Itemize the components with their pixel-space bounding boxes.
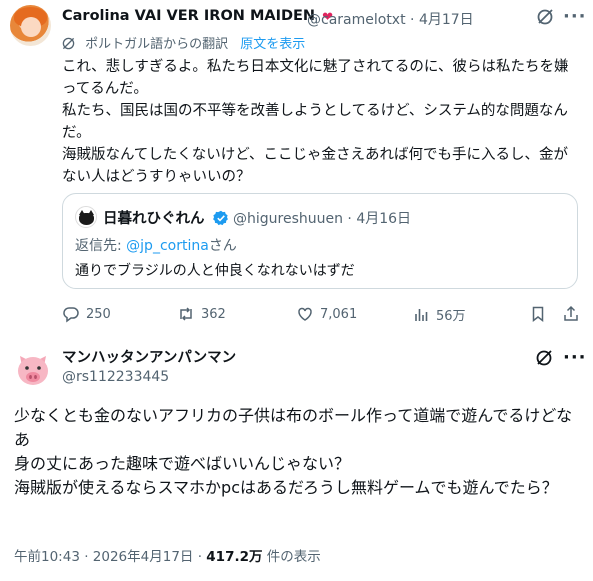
view-count: 56万 (436, 309, 466, 324)
timestamp[interactable]: 午前10:43 · 2026年4月17日 · (14, 549, 206, 565)
tweet-paragraph: 少なくとも金のないアフリカの子供は布のボール作って道端で遊んでるけどなあ (14, 406, 573, 449)
more-options-icon[interactable]: ··· (563, 6, 587, 27)
grok-icon[interactable] (535, 7, 555, 27)
quoted-display-name: 日暮れひぐれん (103, 207, 229, 228)
bookmark-button[interactable] (529, 305, 547, 323)
show-original-link[interactable]: 原文を表示 (240, 37, 305, 52)
avatar[interactable] (10, 5, 51, 46)
translated-from-label: ポルトガル語からの翻訳 (85, 37, 229, 52)
grok-icon[interactable] (534, 348, 554, 368)
share-button[interactable] (562, 305, 580, 323)
views-label: 件の表示 (262, 549, 321, 565)
retweet-count: 362 (201, 306, 226, 322)
quoted-text: 通りでブラジルの人と仲良くなれないはずだ (75, 263, 355, 279)
quoted-avatar (75, 206, 97, 228)
handle-and-date[interactable]: @caramelotxt · 4月17日 (307, 9, 474, 29)
reply-icon (63, 307, 79, 323)
tweet-paragraph: 身の丈にあった趣味で遊べばいいんじゃない？ (14, 454, 351, 473)
views-button[interactable]: 56万 (412, 305, 466, 324)
date[interactable]: 4月17日 (419, 12, 474, 28)
display-name[interactable]: マンハッタンアンパンマン (62, 346, 236, 367)
analytics-icon (415, 308, 428, 321)
handle[interactable]: @rs112233445 (62, 369, 169, 385)
heart-icon (298, 307, 312, 321)
like-count: 7,061 (320, 306, 358, 322)
tweet-text: これ、悲しすぎるよ。私たち日本文化に魅了されてるのに、彼らは私たちを嫌ってるんだ… (62, 56, 582, 188)
reply-to: 返信先: @jp_cortinaさん (75, 238, 237, 254)
retweet-icon (180, 307, 192, 321)
globe-icon (62, 37, 75, 50)
reply-count: 250 (86, 306, 111, 322)
retweet-button[interactable]: 362 (177, 305, 226, 323)
more-options-icon[interactable]: ··· (563, 347, 587, 368)
like-button[interactable]: 7,061 (296, 305, 357, 323)
views-count: 417.2万 (206, 549, 263, 565)
quoted-handle-date: @higureshuuen · 4月16日 (233, 211, 412, 227)
translation-notice: ポルトガル語からの翻訳 原文を表示 (62, 33, 305, 52)
tweet-timestamp-views: 午前10:43 · 2026年4月17日 · 417.2万 件の表示 (14, 545, 321, 565)
share-icon (564, 305, 578, 321)
tweet-text: 少なくとも金のないアフリカの子供は布のボール作って道端で遊んでるけどなあ 身の丈… (14, 404, 579, 500)
avatar[interactable] (13, 350, 53, 390)
tweet-paragraph: 海賊版が使えるならスマホかpcはあるだろうし無料ゲームでも遊んでたら？ (14, 478, 558, 497)
reply-button[interactable]: 250 (62, 305, 111, 323)
handle[interactable]: @caramelotxt (307, 12, 406, 28)
reply-handle-link[interactable]: @jp_cortina (126, 238, 209, 254)
verified-badge-icon (212, 210, 228, 226)
quoted-tweet[interactable]: 日暮れひぐれん @higureshuuen · 4月16日 返信先: @jp_c… (62, 193, 578, 289)
tweet-paragraph: 海賊版なんてしたくないけど、ここじゃ金さえあれば何でも手に入るし、金がない人はど… (62, 147, 569, 185)
display-name[interactable]: Carolina VAI VER IRON MAIDEN ❤ (62, 8, 336, 25)
tweet-paragraph: 私たち、国民は国の不平等を改善しようとしてるけど、システム的な問題なんだ。 (62, 103, 568, 141)
tweet-paragraph: これ、悲しすぎるよ。私たち日本文化に魅了されてるのに、彼らは私たちを嫌ってるんだ… (62, 59, 569, 97)
bookmark-icon (532, 306, 544, 323)
